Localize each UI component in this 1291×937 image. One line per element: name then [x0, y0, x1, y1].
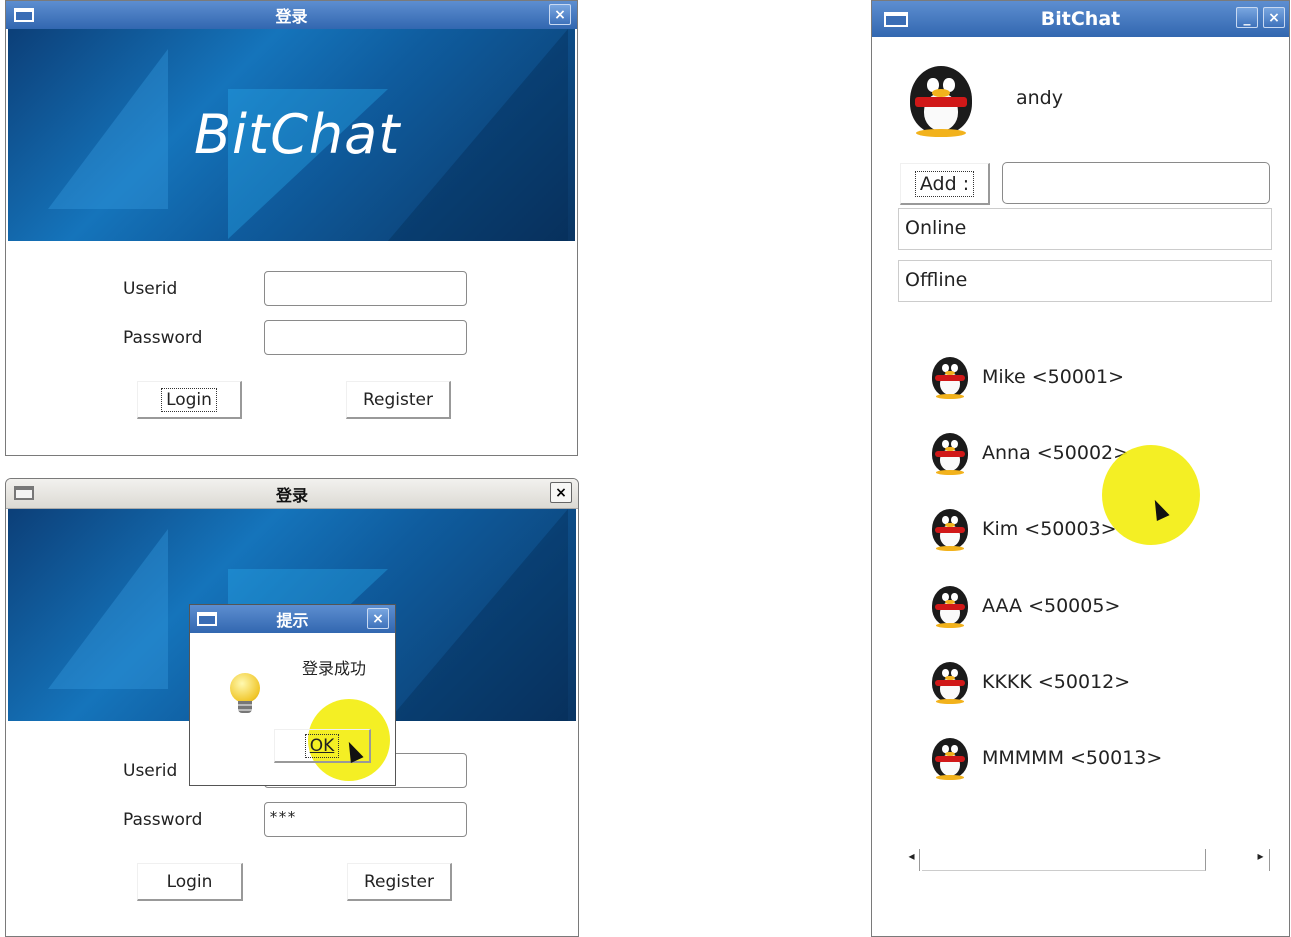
close-icon[interactable]: × [549, 4, 571, 25]
contact-avatar [932, 738, 968, 780]
register-button[interactable]: Register [347, 863, 452, 901]
banner-facet [48, 49, 168, 209]
contact-label: KKKK <50012> [982, 671, 1131, 693]
login-button[interactable]: Login [137, 381, 242, 419]
register-button-label: Register [363, 389, 433, 410]
window-menu-icon[interactable] [14, 486, 34, 500]
contact-item[interactable]: MMMMM <50013> [932, 738, 1163, 780]
contact-item[interactable]: Kim <50003> [932, 509, 1117, 551]
contact-avatar [932, 509, 968, 551]
contact-item[interactable]: KKKK <50012> [932, 662, 1131, 704]
contact-avatar [932, 357, 968, 399]
login-window-title: 登录 [275, 485, 308, 505]
window-menu-icon[interactable] [197, 612, 217, 626]
add-input[interactable] [1002, 162, 1270, 204]
userid-input[interactable] [264, 271, 467, 306]
contact-item[interactable]: Anna <50002> [932, 433, 1130, 475]
banner-facet [48, 529, 168, 689]
login-button[interactable]: Login [137, 863, 243, 901]
dialog-title: 提示 [276, 611, 309, 630]
login-button-label: Login [161, 387, 217, 412]
password-input[interactable] [264, 320, 467, 355]
login-window-title: 登录 [275, 7, 308, 26]
password-label: Password [123, 810, 203, 830]
online-group[interactable]: Online [898, 208, 1272, 250]
close-icon[interactable]: × [1263, 7, 1285, 28]
chat-window-title: BitChat [1040, 8, 1121, 30]
lightbulb-base-icon [238, 701, 252, 713]
close-icon[interactable]: × [550, 482, 572, 503]
window-menu-icon[interactable] [14, 8, 34, 22]
chat-titlebar[interactable]: BitChat _ × [872, 1, 1289, 37]
password-input[interactable]: *** [264, 802, 467, 837]
dialog-titlebar[interactable]: 提示 × [190, 605, 395, 633]
window-menu-icon[interactable] [884, 12, 908, 27]
username: andy [1016, 87, 1063, 109]
add-button[interactable]: Add : [900, 163, 990, 205]
close-icon[interactable]: × [367, 608, 389, 629]
scroll-right-button[interactable]: ▸ [1252, 849, 1270, 871]
login-titlebar[interactable]: 登录 × [6, 1, 577, 29]
contact-label: AAA <50005> [982, 595, 1121, 617]
contact-item[interactable]: AAA <50005> [932, 586, 1121, 628]
userid-label: Userid [123, 761, 178, 781]
contact-label: Mike <50001> [982, 366, 1125, 388]
register-button[interactable]: Register [346, 381, 451, 419]
lightbulb-icon [230, 673, 260, 703]
chat-window: BitChat _ × andy Add : Online Offline Mi… [871, 0, 1290, 937]
contact-label: Kim <50003> [982, 518, 1117, 540]
login-button-label: Login [166, 871, 213, 892]
banner-facet [388, 509, 568, 721]
register-button-label: Register [364, 871, 434, 892]
cursor-highlight [1102, 445, 1200, 545]
contact-avatar [932, 662, 968, 704]
horizontal-scrollbar-track[interactable] [922, 849, 1206, 871]
minimize-icon[interactable]: _ [1236, 7, 1258, 28]
add-button-label: Add : [914, 170, 975, 197]
banner: BitChat [8, 29, 575, 241]
contact-item[interactable]: Mike <50001> [932, 357, 1125, 399]
banner-facet [388, 29, 568, 241]
info-dialog: 提示 × 登录成功 OK [189, 604, 396, 786]
password-label: Password [123, 328, 203, 348]
dialog-message: 登录成功 [302, 659, 367, 678]
scroll-left-button[interactable]: ◂ [904, 849, 920, 871]
login-window: 登录 × BitChat Userid Password Login Regis… [5, 0, 578, 456]
contact-label: Anna <50002> [982, 442, 1130, 464]
login-titlebar-inactive[interactable]: 登录 × [6, 479, 578, 509]
banner-title: BitChat [194, 103, 401, 166]
ok-button-label: OK [304, 733, 340, 758]
contact-avatar [932, 433, 968, 475]
offline-group[interactable]: Offline [898, 260, 1272, 302]
userid-label: Userid [123, 279, 178, 299]
user-avatar [910, 66, 972, 137]
contact-avatar [932, 586, 968, 628]
contact-label: MMMMM <50013> [982, 747, 1163, 769]
